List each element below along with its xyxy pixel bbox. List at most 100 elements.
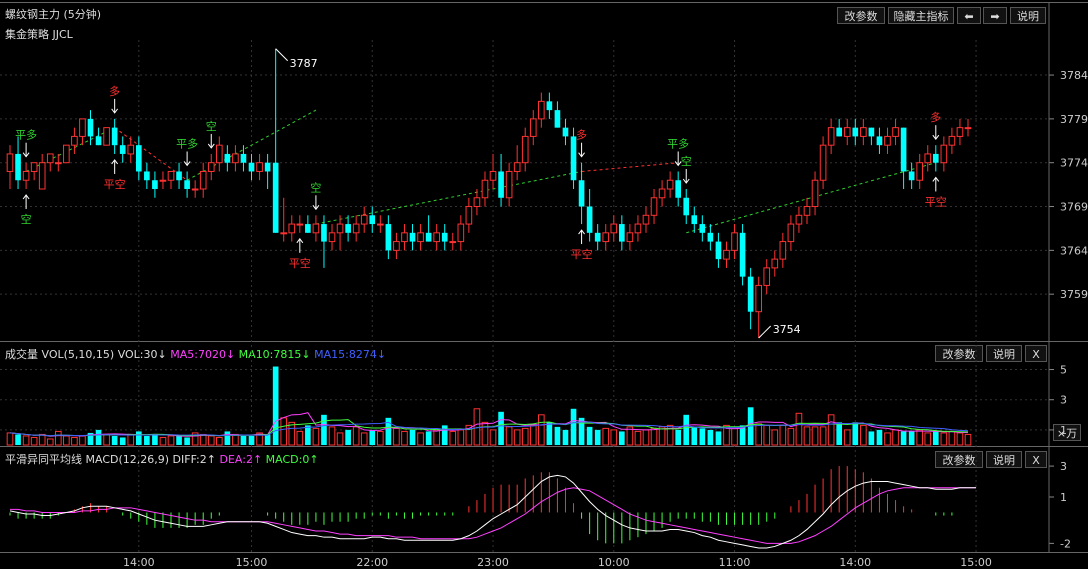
candle-body-down bbox=[594, 232, 601, 242]
candle-body-up bbox=[860, 127, 867, 137]
price-tick-label: 3759 bbox=[1060, 288, 1088, 301]
chart-canvas[interactable]: 平多空多平空平多空空平空多平空平多空多平空 378437793774376937… bbox=[0, 0, 1088, 569]
volume-bar-up bbox=[489, 429, 497, 446]
volume-bar-up bbox=[948, 430, 956, 446]
candle-body-up bbox=[787, 223, 795, 243]
volume-bar-up bbox=[658, 426, 666, 446]
candle-body-up bbox=[626, 232, 634, 243]
signal-label: 多 bbox=[930, 110, 941, 124]
volume-bar-down bbox=[144, 435, 150, 445]
volume-bar-up bbox=[215, 436, 223, 446]
volume-bar-up bbox=[280, 417, 288, 446]
candle-body-up bbox=[795, 214, 803, 225]
candle-body-down bbox=[385, 224, 392, 251]
volume-bar-up bbox=[787, 427, 795, 446]
candle-body-up bbox=[360, 214, 368, 225]
signal-label: 空 bbox=[310, 180, 321, 194]
volume-bar-down bbox=[409, 429, 416, 445]
low-leader-line bbox=[758, 325, 772, 339]
volume-bar-down bbox=[15, 434, 21, 445]
volume-bar-up bbox=[473, 408, 481, 446]
price-axis: 3784 3779 3774 3769 3764 3759 bbox=[1049, 69, 1088, 301]
volume-bar-up bbox=[54, 430, 62, 446]
volume-bar-down bbox=[546, 422, 553, 445]
volume-bar-down bbox=[425, 431, 432, 445]
volume-bar-up bbox=[610, 429, 618, 446]
volume-bar-down bbox=[619, 431, 625, 445]
candle-body-up bbox=[6, 153, 14, 172]
volume-bar-up bbox=[819, 426, 827, 446]
volume-bar-up bbox=[924, 432, 932, 446]
candle-body-up bbox=[513, 162, 521, 172]
volume-bar-down bbox=[119, 437, 126, 445]
volume-bar-up bbox=[159, 436, 167, 446]
candle-body-up bbox=[256, 162, 263, 172]
time-tick-label: 11:00 bbox=[718, 556, 751, 569]
candle-body-up bbox=[401, 232, 408, 243]
signal-label: 空 bbox=[206, 119, 217, 133]
volume-bar-up bbox=[336, 432, 344, 446]
signal-label: 平空 bbox=[104, 177, 126, 191]
signal-connector-line bbox=[581, 162, 679, 172]
volume-bar-up bbox=[843, 429, 851, 446]
volume-bar-up bbox=[46, 438, 54, 446]
candle-body-up bbox=[811, 179, 819, 208]
volume-bar-up bbox=[731, 427, 738, 446]
volume-bar-up bbox=[232, 433, 239, 446]
signal-label: 空 bbox=[21, 212, 32, 226]
candle-body-up bbox=[417, 232, 424, 243]
candle-body-up bbox=[481, 179, 489, 199]
candle-body-up bbox=[916, 162, 924, 181]
candle-body-up bbox=[819, 144, 827, 181]
candle-body-up bbox=[449, 241, 457, 244]
candle-body-down bbox=[675, 180, 682, 198]
signal-label: 多 bbox=[109, 84, 120, 98]
candle-body-up bbox=[538, 100, 545, 120]
volume-bar-up bbox=[401, 430, 408, 446]
signal-connector-line bbox=[686, 162, 936, 234]
volume-bar-down bbox=[876, 429, 883, 445]
volume-bar-down bbox=[932, 431, 939, 445]
volume-bar-up bbox=[916, 429, 924, 446]
candle-body-down bbox=[578, 180, 585, 207]
volume-bar-up bbox=[538, 414, 545, 446]
volume-axis: 5 3 1 bbox=[1049, 364, 1067, 437]
candle-body-down bbox=[707, 232, 714, 242]
volume-bar-up bbox=[328, 426, 336, 446]
signal-label: 平空 bbox=[289, 256, 311, 270]
volume-bar-up bbox=[207, 435, 215, 446]
volume-bar-up bbox=[884, 432, 891, 446]
candle-body-down bbox=[369, 215, 376, 225]
candle-body-down bbox=[441, 232, 448, 242]
candle-body-up bbox=[312, 223, 320, 234]
volume-bar-up bbox=[199, 433, 207, 446]
volume-bar-down bbox=[305, 425, 311, 445]
candle-body-down bbox=[240, 153, 247, 163]
candle-body-up bbox=[54, 162, 62, 165]
candle-body-up bbox=[489, 170, 497, 181]
volume-bar-down bbox=[345, 429, 351, 445]
time-tick-label: 10:00 bbox=[597, 556, 630, 569]
high-label: 3787 bbox=[290, 57, 318, 70]
candle-body-up bbox=[610, 223, 618, 234]
candle-body-up bbox=[755, 284, 763, 313]
candle-body-up bbox=[650, 197, 658, 216]
candle-body-up bbox=[529, 118, 537, 137]
candle-body-up bbox=[328, 232, 336, 243]
candle-body-down bbox=[425, 232, 432, 242]
volume-bar-up bbox=[803, 426, 811, 446]
volume-bar-down bbox=[570, 408, 577, 445]
candle-body-up bbox=[433, 232, 440, 243]
candle-body-down bbox=[176, 171, 182, 181]
volume-bar-down bbox=[699, 428, 706, 445]
candle-body-down bbox=[691, 215, 698, 225]
candle-body-down bbox=[546, 101, 553, 111]
candle-body-down bbox=[119, 145, 126, 154]
candle-body-up bbox=[232, 153, 239, 164]
volume-bar-down bbox=[900, 431, 907, 445]
volume-bar-down bbox=[321, 414, 327, 445]
volume-bar-up bbox=[127, 433, 135, 446]
candle-body-up bbox=[779, 241, 787, 260]
candle-body-down bbox=[152, 180, 158, 189]
candle-body-up bbox=[71, 135, 78, 146]
